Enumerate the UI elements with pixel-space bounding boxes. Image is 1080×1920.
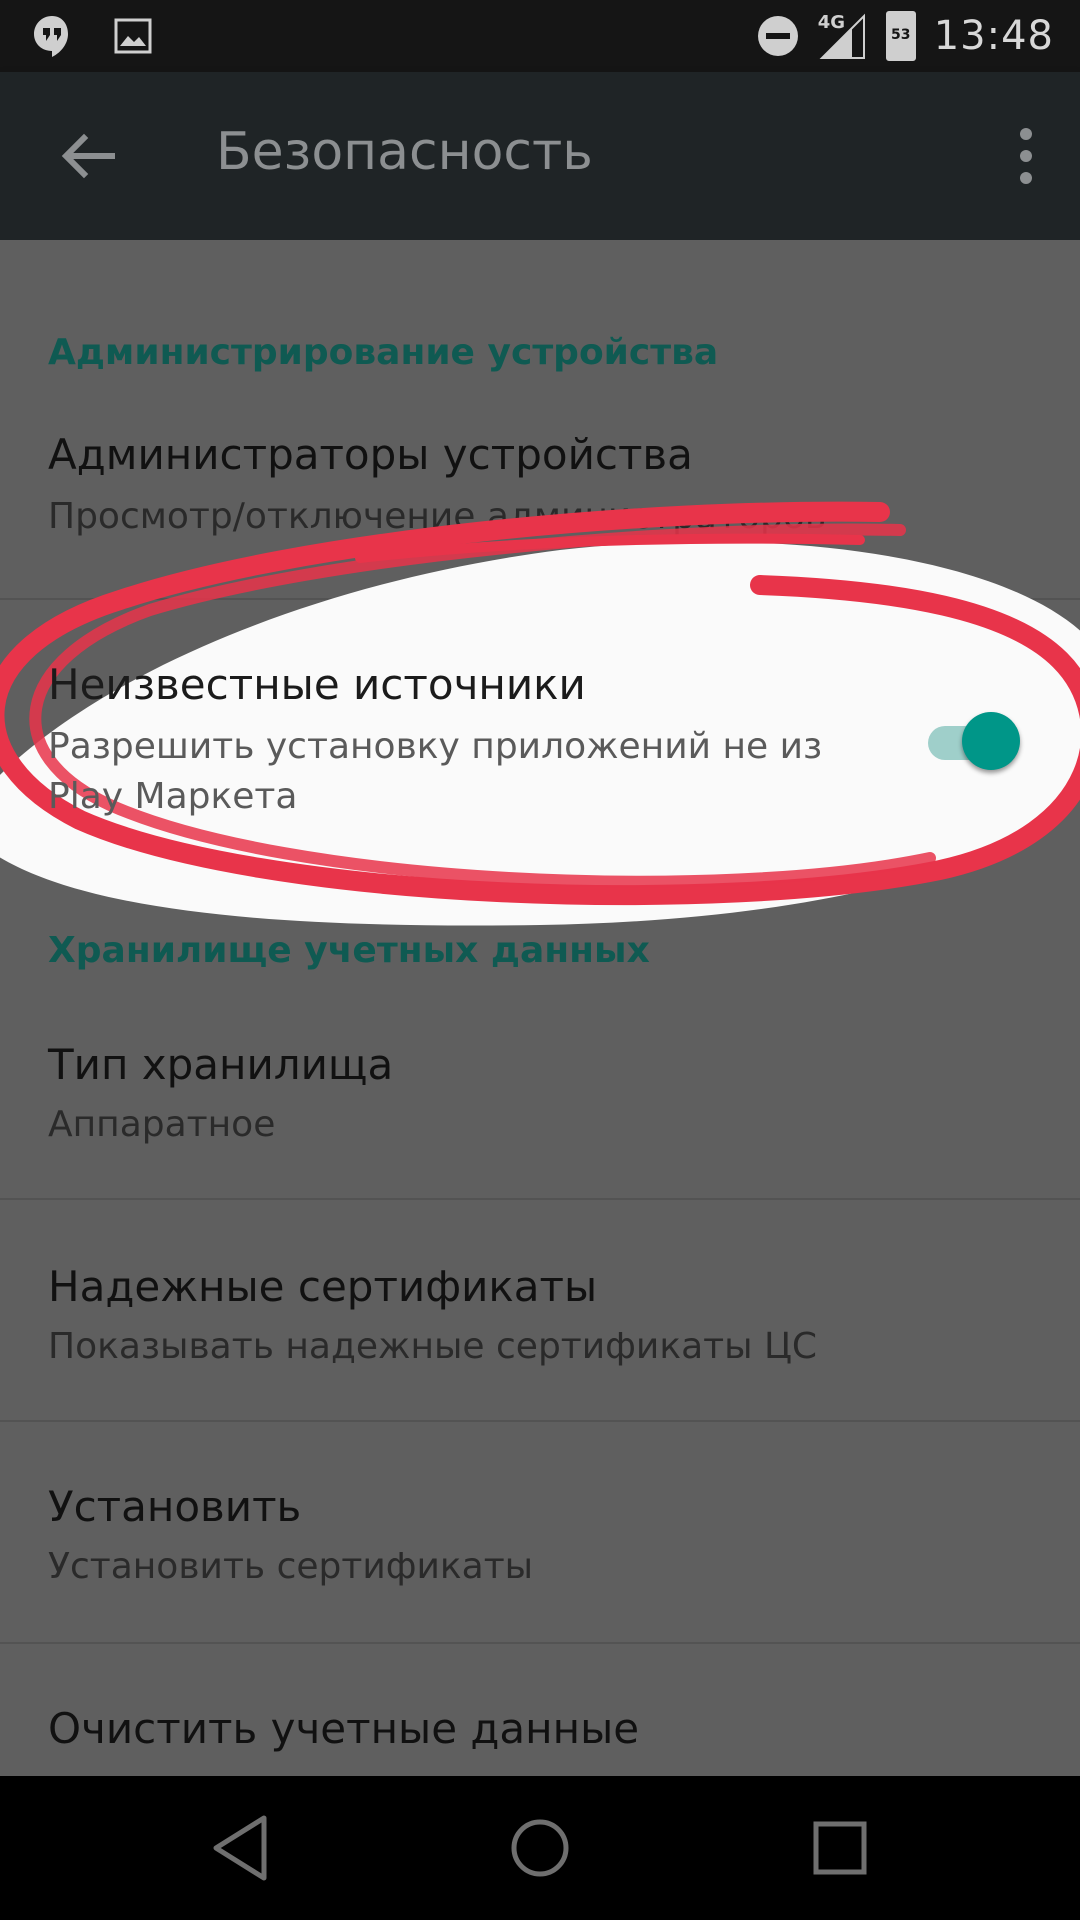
item-subtitle: Просмотр/отключение администраторов <box>48 496 827 537</box>
item-title: Очистить учетные данные <box>48 1704 640 1753</box>
list-item-unknown-sources[interactable]: Неизвестные источники Разрешить установк… <box>0 640 1080 870</box>
section-header-device-admin: Администрирование устройства <box>48 332 719 373</box>
divider <box>0 1642 1080 1644</box>
divider <box>0 1198 1080 1200</box>
back-arrow-icon[interactable] <box>56 124 120 188</box>
unknown-sources-toggle[interactable] <box>924 710 1024 770</box>
settings-list: Администрирование устройства Администрат… <box>0 240 1080 1776</box>
clock: 13:48 <box>933 13 1054 59</box>
do-not-disturb-icon <box>757 16 798 56</box>
item-subtitle: Разрешить установку приложений не из Pla… <box>48 726 823 817</box>
list-item-storage-type[interactable]: Тип хранилища Аппаратное <box>0 1040 1080 1220</box>
screen: 4G 53 13:48 Безопасность Администрирован… <box>0 0 1080 1920</box>
list-item-install-certificates[interactable]: Установить Установить сертификаты <box>0 1482 1080 1662</box>
item-title: Тип хранилища <box>48 1040 394 1089</box>
section-header-credential-storage: Хранилище учетных данных <box>48 930 650 971</box>
item-title: Надежные сертификаты <box>48 1262 598 1311</box>
navigation-bar <box>0 1776 1080 1920</box>
item-title: Неизвестные источники <box>48 660 586 709</box>
divider <box>0 1420 1080 1422</box>
list-item-trusted-certificates[interactable]: Надежные сертификаты Показывать надежные… <box>0 1262 1080 1442</box>
battery-icon: 53 <box>885 11 916 61</box>
home-icon[interactable] <box>500 1808 580 1888</box>
signal-icon <box>819 13 865 59</box>
app-bar: Безопасность <box>0 72 1080 240</box>
battery-level: 53 <box>890 27 911 43</box>
back-icon[interactable] <box>202 1808 282 1888</box>
signal-indicator: 4G <box>818 12 868 60</box>
item-subtitle: Показывать надежные сертификаты ЦС <box>48 1326 818 1367</box>
item-subtitle: Аппаратное <box>48 1104 276 1145</box>
more-options-icon[interactable] <box>1012 124 1040 188</box>
item-title: Администраторы устройства <box>48 430 693 479</box>
recents-icon[interactable] <box>800 1808 880 1888</box>
page-title: Безопасность <box>216 122 593 182</box>
image-icon <box>114 18 152 54</box>
list-item-device-admins[interactable]: Администраторы устройства Просмотр/отклю… <box>0 430 1080 640</box>
item-subtitle: Установить сертификаты <box>48 1546 534 1587</box>
toggle-thumb <box>962 712 1020 770</box>
list-item-clear-credentials[interactable]: Очистить учетные данные <box>0 1704 1080 1776</box>
divider <box>0 598 1080 600</box>
status-bar: 4G 53 13:48 <box>0 0 1080 72</box>
hangouts-icon <box>34 16 68 57</box>
item-title: Установить <box>48 1482 302 1531</box>
